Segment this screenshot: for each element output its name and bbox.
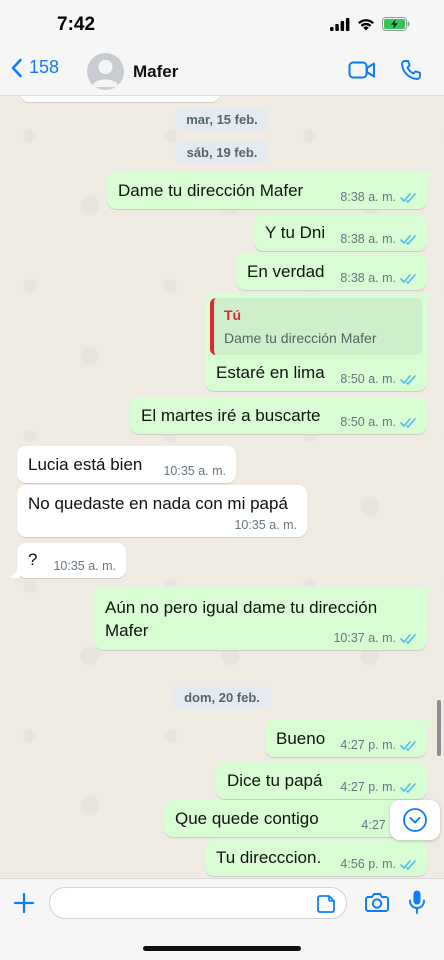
outgoing-message[interactable]: Y tu Dni 8:38 a. m. <box>254 214 427 251</box>
home-indicator <box>143 946 301 951</box>
outgoing-message[interactable]: El martes iré a buscarte 8:50 a. m. <box>130 397 427 434</box>
message-time: 10:35 a. m. <box>163 464 226 478</box>
quote-text: Dame tu dirección Mafer <box>224 330 377 346</box>
outgoing-message[interactable]: Dame tu dirección Mafer 8:38 a. m. <box>107 172 434 209</box>
double-check-icon <box>400 234 416 245</box>
message-meta: 8:38 a. m. <box>340 271 417 285</box>
incoming-message[interactable]: ? 10:35 a. m. <box>10 543 126 578</box>
chat-area[interactable]: mar, 15 feb. sáb, 19 feb. Dame tu direcc… <box>0 96 444 878</box>
message-text: Y tu Dni <box>265 223 326 242</box>
scroll-to-bottom-button[interactable] <box>390 800 440 840</box>
message-input[interactable] <box>49 887 347 919</box>
message-time: 10:37 a. m. <box>333 631 396 645</box>
battery-charging-icon <box>382 17 410 31</box>
wifi-icon <box>358 18 374 30</box>
message-meta: 10:37 a. m. <box>333 631 417 645</box>
message-meta: 10:35 a. m. <box>53 559 116 573</box>
phone-icon[interactable] <box>400 59 422 81</box>
message-time: 8:38 a. m. <box>340 232 396 246</box>
camera-icon[interactable] <box>365 892 389 912</box>
status-icons <box>330 17 410 31</box>
cellular-signal-icon <box>330 17 350 31</box>
message-meta: 4:56 p. m. <box>340 857 417 871</box>
message-text: Lucia está bien <box>28 455 143 474</box>
message-text: Dame tu dirección Mafer <box>118 181 304 200</box>
message-time: 8:38 a. m. <box>340 190 396 204</box>
double-check-icon <box>400 417 416 428</box>
quoted-message[interactable]: Tú Dame tu dirección Mafer <box>210 298 422 355</box>
message-meta: 8:38 a. m. <box>340 232 417 246</box>
scrollbar[interactable] <box>437 700 441 756</box>
message-text: No quedaste en nada con mi papá <box>28 494 288 513</box>
message-meta: 8:50 a. m. <box>340 415 417 429</box>
message-meta: 10:35 a. m. <box>234 518 297 532</box>
message-text: En verdad <box>247 262 325 281</box>
outgoing-message[interactable]: Que quede contigo 4:27 p. m. <box>164 800 427 837</box>
message-text: Bueno <box>276 729 326 748</box>
video-call-icon[interactable] <box>348 60 376 80</box>
sticker-icon[interactable] <box>316 894 336 914</box>
microphone-icon[interactable] <box>408 889 426 915</box>
message-meta: 4:27 p. m. <box>340 738 417 752</box>
unread-count: 158 <box>29 57 60 77</box>
partial-message[interactable] <box>20 96 220 102</box>
double-check-icon <box>400 859 416 870</box>
message-time: 4:27 p. m. <box>340 738 396 752</box>
message-time: 4:56 p. m. <box>340 857 396 871</box>
double-check-icon <box>400 740 416 751</box>
incoming-message[interactable]: Lucia está bien 10:35 a. m. <box>17 446 236 483</box>
message-time: 10:35 a. m. <box>234 518 297 532</box>
chevron-down-icon <box>403 808 427 832</box>
message-text: El martes iré a buscarte <box>141 406 321 425</box>
double-check-icon <box>400 782 416 793</box>
message-time: 8:50 a. m. <box>340 372 396 386</box>
message-time: 10:35 a. m. <box>53 559 116 573</box>
date-divider: sáb, 19 feb. <box>175 141 269 164</box>
message-meta: 8:50 a. m. <box>340 372 417 386</box>
message-time: 8:50 a. m. <box>340 415 396 429</box>
message-text: ? <box>28 550 38 569</box>
message-meta: 8:38 a. m. <box>340 190 417 204</box>
message-time: 4:27 p. m. <box>340 780 396 794</box>
outgoing-message[interactable]: Aún no pero igual dame tu dirección Mafe… <box>94 587 434 650</box>
chevron-left-icon <box>11 58 22 77</box>
double-check-icon <box>400 192 416 203</box>
reply-message[interactable]: Tú Dame tu dirección Mafer Estaré en lim… <box>205 293 434 391</box>
avatar[interactable] <box>87 53 124 90</box>
incoming-message[interactable]: No quedaste en nada con mi papá 10:35 a.… <box>17 485 307 537</box>
chat-header: 158 Mafer <box>0 46 444 96</box>
message-text: Que quede contigo <box>175 809 319 828</box>
outgoing-message[interactable]: Tu direcccion. 4:56 p. m. <box>205 839 427 876</box>
message-time: 8:38 a. m. <box>340 271 396 285</box>
date-divider: mar, 15 feb. <box>175 108 269 131</box>
outgoing-message[interactable]: Dice tu papá 4:27 p. m. <box>216 762 427 799</box>
message-meta: 4:27 p. m. <box>340 780 417 794</box>
double-check-icon <box>400 374 416 385</box>
message-text: Tu direcccion. <box>216 848 322 867</box>
person-icon <box>92 60 119 87</box>
message-meta: 10:35 a. m. <box>163 464 226 478</box>
quote-author: Tú <box>224 307 242 323</box>
plus-icon[interactable] <box>12 891 36 915</box>
outgoing-message[interactable]: En verdad 8:38 a. m. <box>236 253 427 290</box>
date-divider: dom, 20 feb. <box>173 686 271 709</box>
status-time: 7:42 <box>57 14 96 35</box>
message-text: Estaré en lima <box>216 363 325 382</box>
contact-name[interactable]: Mafer <box>133 62 178 82</box>
double-check-icon <box>400 633 416 644</box>
double-check-icon <box>400 273 416 284</box>
call-actions <box>348 59 422 81</box>
outgoing-message[interactable]: Bueno 4:27 p. m. <box>265 720 434 757</box>
back-button[interactable]: 158 <box>10 57 59 78</box>
message-text: Dice tu papá <box>227 771 323 790</box>
status-bar: 7:42 <box>0 0 444 46</box>
